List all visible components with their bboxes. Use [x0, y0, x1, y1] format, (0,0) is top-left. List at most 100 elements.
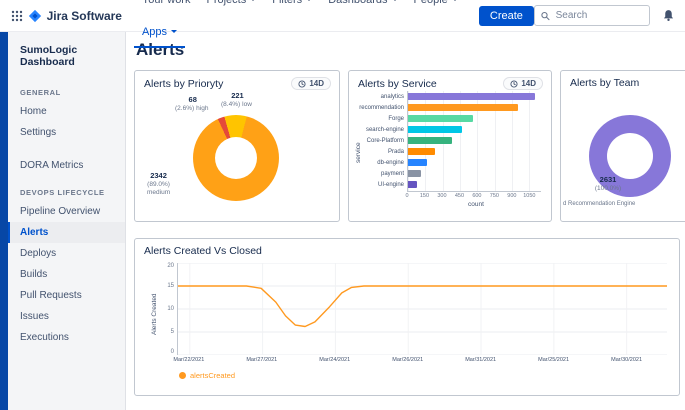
- sidebar: SumoLogic Dashboard GENERALHomeSettings D…: [8, 32, 126, 410]
- bar-row: search-engine: [408, 124, 541, 135]
- bar-xtick-label: 300: [437, 193, 446, 199]
- bar-row: Core-Platform: [408, 135, 541, 146]
- bar-ui-engine[interactable]: [408, 181, 417, 188]
- sidebar-item-builds[interactable]: Builds: [8, 264, 125, 285]
- sidebar-item-pipeline-overview[interactable]: Pipeline Overview: [8, 201, 125, 222]
- series-alertscreated-line: [178, 286, 667, 327]
- card-title: Alerts by Service: [358, 78, 437, 90]
- primary-nav: Your work Projects Filters Dashboards People…: [134, 0, 471, 48]
- sidebar-item-pull-requests[interactable]: Pull Requests: [8, 285, 125, 306]
- card-header: Alerts by Prioryty 14D: [135, 71, 339, 92]
- bar-recommendation[interactable]: [408, 104, 518, 111]
- nav-item-projects[interactable]: Projects: [198, 0, 264, 16]
- chevron-down-icon: [392, 0, 398, 1]
- chevron-down-icon: [452, 0, 458, 1]
- nav-item-your-work[interactable]: Your work: [134, 0, 199, 16]
- legend-dot: [179, 372, 186, 379]
- app-logo[interactable]: Jira Software: [28, 9, 122, 23]
- bar-category-label: Forge: [359, 116, 404, 122]
- card-title: Alerts Created Vs Closed: [144, 245, 262, 257]
- clock-icon: [510, 80, 518, 88]
- team-label: d Recommendation Engine: [563, 201, 635, 207]
- bar-prada[interactable]: [408, 148, 435, 155]
- nav-item-label: Projects: [206, 0, 246, 6]
- badge-label: 14D: [309, 79, 324, 88]
- bar-xtick-label: 1050: [523, 193, 535, 199]
- sidebar-item-executions[interactable]: Executions: [8, 327, 125, 348]
- bar-payment[interactable]: [408, 170, 421, 177]
- line-ytick-label: 5: [171, 329, 174, 335]
- bar-category-label: search-engine: [359, 127, 404, 133]
- bar-category-label: recommendation: [359, 105, 404, 111]
- bar-row: UI-engine: [408, 179, 541, 190]
- sidebar-item-home[interactable]: Home: [8, 101, 125, 122]
- search-box[interactable]: [534, 5, 650, 26]
- line-ytick-label: 0: [171, 349, 174, 355]
- sidebar-gap: [8, 143, 125, 155]
- bar-x-axis: 01503004506007509001050: [407, 191, 541, 200]
- card-alerts-by-service: Alerts by Service 14D service analyticsr…: [348, 70, 552, 222]
- bar-db-engine[interactable]: [408, 159, 427, 166]
- bar-category-label: Core-Platform: [359, 138, 404, 144]
- nav-item-filters[interactable]: Filters: [264, 0, 320, 16]
- line-xtick-label: Mar/27/2021: [246, 357, 277, 363]
- line-ytick-label: 15: [167, 283, 174, 289]
- bar-search-engine[interactable]: [408, 126, 462, 133]
- x-axis-label: count: [407, 201, 545, 208]
- line-xtick-label: Mar/24/2021: [319, 357, 350, 363]
- card-header: Alerts by Service 14D: [349, 71, 551, 92]
- notifications-icon[interactable]: [662, 9, 675, 22]
- nav-item-dashboards[interactable]: Dashboards: [320, 0, 405, 16]
- line-ytick-label: 10: [167, 306, 174, 312]
- donut-hole: [607, 133, 653, 179]
- bar-category-label: payment: [359, 171, 404, 177]
- sidebar-item-settings[interactable]: Settings: [8, 122, 125, 143]
- sidebar-item-alerts[interactable]: Alerts: [8, 222, 125, 243]
- line-xtick-label: Mar/26/2021: [392, 357, 423, 363]
- app-switcher-icon[interactable]: [8, 6, 26, 26]
- time-range-badge[interactable]: 14D: [291, 77, 331, 90]
- team-annotation: 2631 (100.0%): [581, 175, 635, 193]
- bar-row: Forge: [408, 113, 541, 124]
- bar-plot-area: analyticsrecommendationForgesearch-engin…: [407, 91, 541, 191]
- y-axis-label: Alerts Created: [151, 279, 158, 349]
- bar-xtick-label: 450: [455, 193, 464, 199]
- team-percentage: (100.0%): [581, 185, 635, 193]
- nav-item-label: Dashboards: [328, 0, 387, 6]
- sidebar-title: SumoLogic Dashboard: [8, 42, 125, 76]
- nav-item-label: Apps: [142, 26, 167, 38]
- card-header: Alerts Created Vs Closed: [135, 239, 679, 259]
- badge-label: 14D: [521, 79, 536, 88]
- sidebar-item-dora-metrics[interactable]: DORA Metrics: [8, 155, 125, 176]
- team-value: 2631: [581, 175, 635, 185]
- bar-analytics[interactable]: [408, 93, 535, 100]
- bar-category-label: Prada: [359, 149, 404, 155]
- app-navigation-strip: [0, 32, 8, 410]
- line-chart-svg: [178, 263, 667, 355]
- top-navigation-bar: Jira Software Your work Projects Filters Da…: [0, 0, 685, 32]
- time-range-badge[interactable]: 14D: [503, 77, 543, 90]
- legend-label: alertsCreated: [190, 371, 235, 380]
- sidebar-item-issues[interactable]: Issues: [8, 306, 125, 327]
- bar-core-platform[interactable]: [408, 137, 452, 144]
- search-input[interactable]: [554, 9, 643, 22]
- search-icon: [541, 11, 550, 21]
- bar-forge[interactable]: [408, 115, 473, 122]
- sidebar-section-heading: GENERAL: [8, 76, 125, 101]
- bar-row: Prada: [408, 146, 541, 157]
- line-xtick-label: Mar/30/2021: [611, 357, 642, 363]
- bar-rows: analyticsrecommendationForgesearch-engin…: [408, 91, 541, 190]
- nav-item-apps[interactable]: Apps: [134, 16, 185, 48]
- donut-annotation-high: 68(2.6%)high: [175, 95, 210, 113]
- chevron-down-icon: [171, 30, 177, 33]
- sidebar-item-deploys[interactable]: Deploys: [8, 243, 125, 264]
- bar-row: db-engine: [408, 157, 541, 168]
- bar-category-label: analytics: [359, 94, 404, 100]
- line-plot-area: 05101520: [177, 263, 667, 355]
- nav-item-people[interactable]: People: [406, 0, 466, 16]
- clock-icon: [298, 80, 306, 88]
- create-button[interactable]: Create: [479, 6, 534, 26]
- app-name: Jira Software: [47, 9, 122, 23]
- donut-annotation-low: 221(8.4%)low: [221, 91, 254, 109]
- priority-donut-chart[interactable]: [193, 115, 279, 201]
